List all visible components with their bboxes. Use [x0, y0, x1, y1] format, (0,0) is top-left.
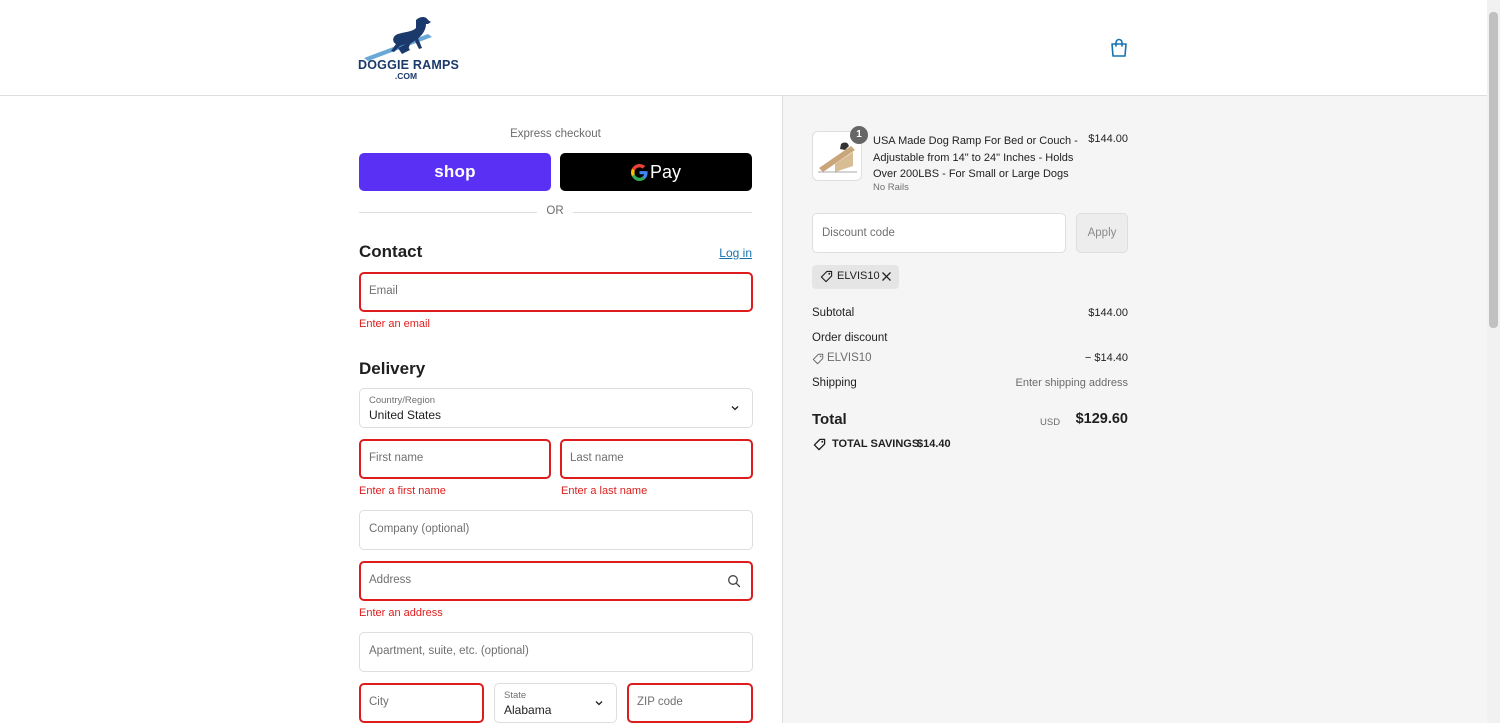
search-icon [728, 575, 741, 588]
apartment-placeholder: Apartment, suite, etc. (optional) [369, 645, 529, 657]
shop-pay-label: shop [434, 162, 476, 181]
google-g-icon [630, 163, 648, 181]
quantity-badge: 1 [850, 126, 868, 144]
city-placeholder: City [369, 696, 389, 708]
chevron-down-icon [731, 406, 739, 411]
or-text: OR [546, 205, 564, 217]
email-field[interactable]: Email [359, 272, 753, 312]
order-discount-code: ELVIS10 [827, 352, 872, 364]
logo-text: DOGGIE RAMPS [358, 58, 460, 72]
last-name-field[interactable]: Last name [560, 439, 753, 479]
google-pay-label: Pay [649, 161, 682, 182]
subtotal-label: Subtotal [812, 307, 855, 319]
tag-icon [813, 438, 826, 451]
email-error: Enter an email [359, 318, 430, 330]
zip-code-placeholder: ZIP code [637, 696, 683, 708]
tag-icon [820, 270, 833, 283]
divider-line [359, 212, 537, 213]
shipping-label: Shipping [812, 377, 857, 389]
company-placeholder: Company (optional) [369, 523, 470, 535]
last-name-placeholder: Last name [570, 452, 624, 464]
address-error: Enter an address [359, 607, 443, 619]
chevron-down-icon [595, 701, 603, 706]
shop-pay-button[interactable]: shop [359, 153, 551, 191]
address-placeholder: Address [369, 574, 412, 586]
country-label: Country/Region [369, 395, 436, 406]
state-label: State [504, 690, 527, 701]
total-currency: USD [1040, 417, 1061, 428]
apply-discount-button[interactable]: Apply [1076, 213, 1128, 253]
first-name-placeholder: First name [369, 452, 424, 464]
city-field[interactable]: City [359, 683, 484, 723]
country-value: United States [369, 408, 442, 422]
discount-code-field[interactable]: Discount code [812, 213, 1066, 253]
company-field[interactable]: Company (optional) [359, 510, 753, 550]
address-field[interactable]: Address [359, 561, 753, 601]
product-variant: No Rails [873, 182, 909, 193]
delivery-heading: Delivery [359, 359, 426, 378]
or-divider: OR [359, 205, 752, 221]
express-checkout-label: Express checkout [510, 128, 601, 140]
divider-line [573, 212, 752, 213]
page-header: DOGGIE RAMPS .COM [0, 0, 1487, 96]
product-name: USA Made Dog Ramp For Bed or Couch - Adj… [873, 135, 1078, 180]
shopping-bag-icon[interactable] [1110, 38, 1128, 58]
total-value: $129.60 [1075, 411, 1128, 427]
country-select[interactable]: Country/Region United States [359, 388, 753, 428]
zip-code-field[interactable]: ZIP code [627, 683, 753, 723]
first-name-field[interactable]: First name [359, 439, 551, 479]
shipping-value: Enter shipping address [1015, 377, 1128, 389]
discount-code-placeholder: Discount code [822, 227, 895, 239]
total-savings-value: $14.40 [917, 438, 951, 450]
login-link[interactable]: Log in [700, 246, 752, 260]
tag-icon [812, 353, 824, 365]
doggie-ramps-logo[interactable]: DOGGIE RAMPS .COM [358, 14, 460, 82]
scrollbar-thumb[interactable] [1489, 12, 1498, 328]
apartment-field[interactable]: Apartment, suite, etc. (optional) [359, 632, 753, 672]
contact-heading: Contact [359, 242, 423, 261]
first-name-error: Enter a first name [359, 485, 446, 497]
product-price: $144.00 [1088, 133, 1128, 145]
email-placeholder: Email [369, 285, 398, 297]
logo-subtext: .COM [394, 71, 418, 81]
state-value: Alabama [504, 703, 552, 717]
remove-discount-icon[interactable] [881, 271, 892, 282]
state-select[interactable]: State Alabama [494, 683, 617, 723]
order-discount-value: − $14.40 [1084, 352, 1128, 364]
total-savings-label: TOTAL SAVINGS [832, 438, 920, 450]
order-discount-label: Order discount [812, 332, 888, 344]
last-name-error: Enter a last name [561, 485, 648, 497]
applied-discount-chip: ELVIS10 [812, 265, 899, 289]
subtotal-value: $144.00 [1088, 307, 1128, 319]
page-scrollbar[interactable] [1487, 0, 1500, 723]
total-label: Total [812, 411, 847, 428]
dog-silhouette-icon [364, 17, 432, 61]
applied-discount-code: ELVIS10 [837, 270, 880, 282]
google-pay-button[interactable]: Pay [560, 153, 752, 191]
